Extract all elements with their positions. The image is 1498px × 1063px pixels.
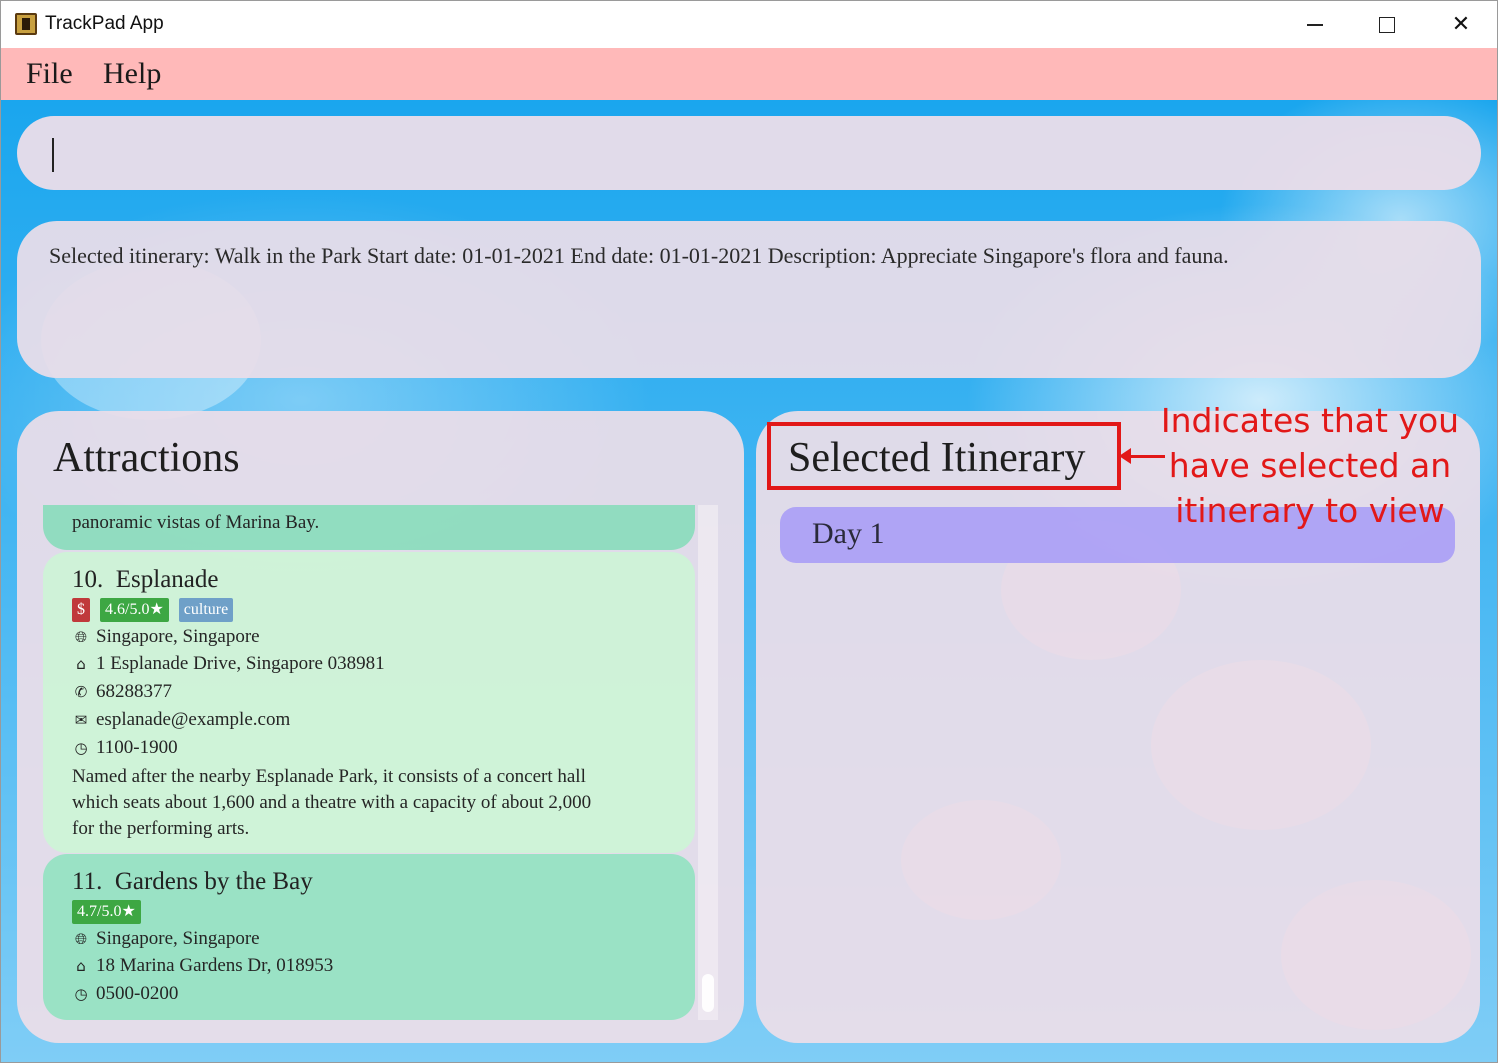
globe-icon: 🌐︎ xyxy=(74,930,87,948)
menu-file[interactable]: File xyxy=(26,57,73,91)
attraction-phone: ✆ 68288377 xyxy=(72,681,172,703)
list-item[interactable]: 10. Esplanade $ 4.6/5.0★ culture 🌐︎ Sing… xyxy=(43,552,695,853)
attractions-scrollbar[interactable] xyxy=(698,505,718,1020)
attraction-description-line: for the performing arts. xyxy=(72,818,250,839)
attraction-name: 10. Esplanade xyxy=(72,566,218,594)
list-item[interactable]: panoramic vistas of Marina Bay. xyxy=(43,505,695,550)
day-label: Day 1 xyxy=(812,517,885,550)
maximize-icon xyxy=(1379,17,1395,33)
attraction-description-line: Named after the nearby Esplanade Park, i… xyxy=(72,766,586,787)
menu-help[interactable]: Help xyxy=(103,57,161,91)
attraction-hours: ◷ 0500-0200 xyxy=(72,983,178,1005)
annotation-text: Indicates that you have selected an itin… xyxy=(1160,398,1460,533)
email-text: esplanade@example.com xyxy=(96,709,291,730)
close-button[interactable]: ✕ xyxy=(1425,1,1497,49)
attraction-location: 🌐︎ Singapore, Singapore xyxy=(72,928,260,950)
attractions-title: Attractions xyxy=(53,435,240,481)
globe-icon: 🌐︎ xyxy=(74,628,87,646)
category-badge: culture xyxy=(178,598,234,622)
location-text: Singapore, Singapore xyxy=(96,626,260,647)
app-icon xyxy=(15,13,37,35)
attraction-address: ⌂ 1 Esplanade Drive, Singapore 038981 xyxy=(72,653,385,675)
command-input[interactable] xyxy=(17,116,1481,190)
address-text: 18 Marina Gardens Dr, 018953 xyxy=(96,955,334,976)
annotation-highlight-box xyxy=(767,422,1121,490)
menu-bar: File Help xyxy=(0,48,1498,100)
home-icon: ⌂ xyxy=(76,957,86,975)
home-icon: ⌂ xyxy=(76,655,86,673)
hours-text: 1100-1900 xyxy=(96,737,178,758)
location-text: Singapore, Singapore xyxy=(96,928,260,949)
rating-badge: 4.6/5.0★ xyxy=(100,598,169,622)
attraction-location: 🌐︎ Singapore, Singapore xyxy=(72,626,260,648)
list-item[interactable]: 11. Gardens by the Bay 4.7/5.0★ 🌐︎ Singa… xyxy=(43,854,695,1020)
window-title: TrackPad App xyxy=(45,13,164,34)
annotation-line: itinerary to view xyxy=(1175,491,1445,530)
attraction-description: panoramic vistas of Marina Bay. xyxy=(72,512,320,533)
minimize-icon xyxy=(1307,24,1323,26)
annotation-line: Indicates that you xyxy=(1160,401,1460,440)
attractions-list[interactable]: panoramic vistas of Marina Bay. 10. Espl… xyxy=(43,505,695,1020)
attraction-index: 11. xyxy=(72,868,103,895)
attraction-description-line: which seats about 1,600 and a theatre wi… xyxy=(72,792,592,813)
text-cursor xyxy=(52,138,54,172)
attraction-hours: ◷ 1100-1900 xyxy=(72,737,178,759)
rating-badge: 4.7/5.0★ xyxy=(72,900,141,924)
maximize-button[interactable] xyxy=(1351,1,1423,49)
email-icon: ✉ xyxy=(74,711,88,729)
arrow-left-icon xyxy=(1119,448,1131,464)
scrollbar-thumb[interactable] xyxy=(702,974,714,1012)
attraction-index: 10. xyxy=(72,566,104,593)
attraction-email: ✉ esplanade@example.com xyxy=(72,709,291,731)
result-text: Selected itinerary: Walk in the Park Sta… xyxy=(49,243,1229,268)
close-icon: ✕ xyxy=(1451,12,1471,37)
clock-icon: ◷ xyxy=(74,739,88,757)
attraction-name: 11. Gardens by the Bay xyxy=(72,868,313,896)
price-badge: $ xyxy=(72,598,90,622)
phone-icon: ✆ xyxy=(74,683,88,701)
annotation-line: have selected an xyxy=(1168,446,1452,485)
phone-text: 68288377 xyxy=(96,681,172,702)
address-text: 1 Esplanade Drive, Singapore 038981 xyxy=(96,653,385,674)
hours-text: 0500-0200 xyxy=(96,983,179,1004)
attraction-tags: $ 4.6/5.0★ culture xyxy=(72,598,234,622)
attraction-name-text: Gardens by the Bay xyxy=(114,868,313,895)
clock-icon: ◷ xyxy=(74,985,88,1003)
attraction-tags: 4.7/5.0★ xyxy=(72,900,141,924)
attraction-name-text: Esplanade xyxy=(115,566,219,593)
attraction-address: ⌂ 18 Marina Gardens Dr, 018953 xyxy=(72,955,333,977)
title-bar: TrackPad App ✕ xyxy=(0,0,1498,48)
result-display: Selected itinerary: Walk in the Park Sta… xyxy=(17,221,1481,378)
minimize-button[interactable] xyxy=(1279,1,1351,49)
